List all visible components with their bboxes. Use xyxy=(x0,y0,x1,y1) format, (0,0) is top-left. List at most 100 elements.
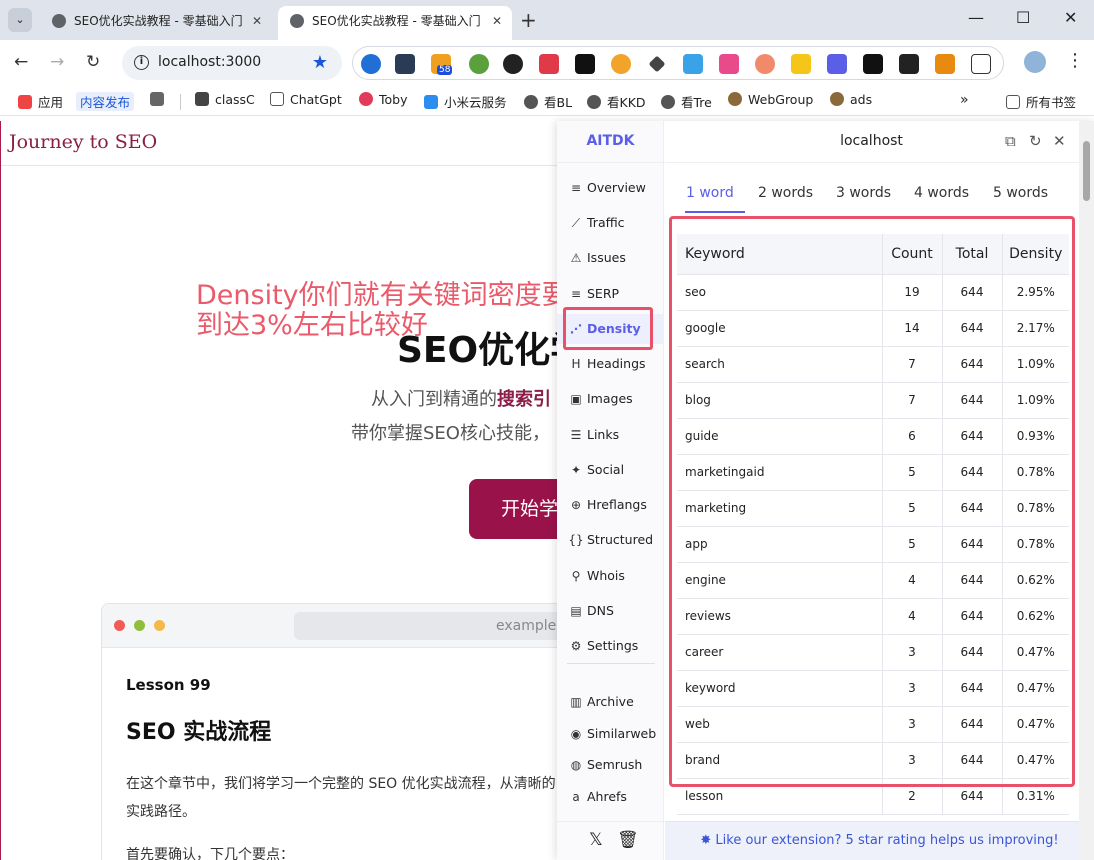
extension-icon[interactable] xyxy=(361,54,381,74)
table-row[interactable]: marketing 5 644 0.78% xyxy=(677,490,1069,527)
sidebar-item-hreflangs[interactable]: ⊕ Hreflangs xyxy=(557,490,664,520)
sidebar-item-traffic[interactable]: ⟋ Traffic xyxy=(557,208,664,238)
close-tab-icon[interactable]: ✕ xyxy=(252,6,262,36)
table-row[interactable]: app 5 644 0.78% xyxy=(677,526,1069,563)
bookmark-star-icon[interactable]: ★ xyxy=(312,52,328,73)
back-icon[interactable]: ← xyxy=(14,52,28,72)
col-total[interactable]: Total xyxy=(942,234,1003,275)
rating-link[interactable]: Like our extension? 5 star rating helps … xyxy=(715,833,1058,848)
url-text[interactable]: localhost:3000 xyxy=(158,54,261,70)
sidebar-item-overview[interactable]: ≡ Overview xyxy=(557,173,664,203)
bookmark-bl[interactable]: 看BL xyxy=(524,92,572,111)
col-count[interactable]: Count xyxy=(882,234,943,275)
table-row[interactable]: keyword 3 644 0.47% xyxy=(677,670,1069,707)
tdk-icon[interactable] xyxy=(827,54,847,74)
trash-icon[interactable]: 🗑 xyxy=(617,830,639,850)
sidebar-item-dns[interactable]: ▤ DNS xyxy=(557,596,664,626)
table-row[interactable]: lesson 2 644 0.31% xyxy=(677,778,1069,815)
extension-icon[interactable] xyxy=(395,54,415,74)
density-table-container[interactable]: Keyword Count Total Density seo 19 644 2.95… xyxy=(677,234,1073,828)
bookmark-apps[interactable]: 应用 xyxy=(18,92,63,111)
maximize-icon[interactable]: ☐ xyxy=(1016,8,1030,27)
tab-1-word[interactable]: 1 word xyxy=(686,185,734,201)
site-title[interactable]: Journey to SEO xyxy=(9,131,157,153)
bookmark-classc[interactable]: classC xyxy=(195,92,255,107)
table-row[interactable]: brand 3 644 0.47% xyxy=(677,742,1069,779)
extension-icon[interactable] xyxy=(503,54,523,74)
reload-icon[interactable]: ↻ xyxy=(86,52,100,72)
table-row[interactable]: engine 4 644 0.62% xyxy=(677,562,1069,599)
table-row[interactable]: seo 19 644 2.95% xyxy=(677,274,1069,311)
bookmark-content-publish[interactable]: 内容发布 xyxy=(76,92,135,111)
sidebar-item-headings[interactable]: H Headings xyxy=(557,349,664,379)
bookmark-all[interactable]: 所有书签 xyxy=(1006,92,1076,111)
table-row[interactable]: guide 6 644 0.93% xyxy=(677,418,1069,455)
menu-icon[interactable]: ⋮ xyxy=(1066,50,1084,71)
table-row[interactable]: google 14 644 2.17% xyxy=(677,310,1069,347)
extension-icon[interactable] xyxy=(755,54,775,74)
tab-5-words[interactable]: 5 words xyxy=(993,185,1048,201)
bookmark-chatgpt[interactable]: ChatGpt xyxy=(270,92,342,107)
extension-icon[interactable] xyxy=(935,54,955,74)
info-icon[interactable]: i xyxy=(134,55,149,70)
extension-icon[interactable] xyxy=(611,54,631,74)
bookmark-kkd[interactable]: 看KKD xyxy=(587,92,646,111)
extension-icon[interactable] xyxy=(539,54,559,74)
extension-icon[interactable] xyxy=(575,54,595,74)
col-keyword[interactable]: Keyword xyxy=(677,234,883,275)
close-window-icon[interactable]: ✕ xyxy=(1064,8,1077,27)
bookmark-tre[interactable]: 看Tre xyxy=(661,92,712,111)
refresh-icon[interactable]: ↻ xyxy=(1029,132,1042,150)
table-row[interactable]: reviews 4 644 0.62% xyxy=(677,598,1069,635)
bookmark-grid[interactable] xyxy=(150,92,164,107)
puzzle-icon[interactable] xyxy=(971,54,991,74)
browser-tab-1[interactable]: SEO优化实战教程 - 零基础入门 ✕ xyxy=(40,6,272,40)
sidebar-item-semrush[interactable]: ◍ Semrush xyxy=(557,750,664,780)
extension-icon[interactable] xyxy=(648,55,666,73)
url-icon[interactable] xyxy=(863,54,883,74)
tab-search-chevron-icon[interactable]: ⌄ xyxy=(8,8,32,32)
new-tab-icon[interactable]: + xyxy=(520,8,537,32)
more-bookmarks-icon[interactable]: » xyxy=(960,92,969,108)
extension-icon[interactable] xyxy=(899,54,919,74)
extension-icon[interactable] xyxy=(719,54,739,74)
x-twitter-icon[interactable]: 𝕏 xyxy=(589,830,603,850)
sidebar-item-links[interactable]: ☰ Links xyxy=(557,420,664,450)
bookmark-toby[interactable]: Toby xyxy=(359,92,408,107)
sidebar-item-social[interactable]: ✦ Social xyxy=(557,455,664,485)
sidebar-item-archive[interactable]: ▥ Archive xyxy=(557,687,664,717)
close-tab-icon[interactable]: ✕ xyxy=(492,6,502,36)
bookmark-xiaomi-cloud[interactable]: 小米云服务 xyxy=(424,92,507,111)
table-row[interactable]: blog 7 644 1.09% xyxy=(677,382,1069,419)
tab-3-words[interactable]: 3 words xyxy=(836,185,891,201)
rating-footer[interactable]: ✸ Like our extension? 5 star rating help… xyxy=(665,821,1094,860)
table-row[interactable]: search 7 644 1.09% xyxy=(677,346,1069,383)
sidebar-item-issues[interactable]: ⚠ Issues xyxy=(557,243,664,273)
profile-avatar[interactable] xyxy=(1024,51,1046,73)
sidebar-item-whois[interactable]: ⚲ Whois xyxy=(557,561,664,591)
cloud-icon[interactable] xyxy=(683,54,703,74)
sidebar-item-structured[interactable]: {} Structured xyxy=(557,525,664,555)
table-row[interactable]: web 3 644 0.47% xyxy=(677,706,1069,743)
minimize-icon[interactable]: — xyxy=(968,8,984,27)
bookmark-ads[interactable]: ads xyxy=(830,92,872,107)
table-row[interactable]: marketingaid 5 644 0.78% xyxy=(677,454,1069,491)
scrollbar-thumb[interactable] xyxy=(1083,141,1090,201)
sidebar-item-images[interactable]: ▣ Images xyxy=(557,384,664,414)
page-scrollbar[interactable] xyxy=(1079,121,1094,860)
close-icon[interactable]: ✕ xyxy=(1053,132,1066,150)
sidebar-item-ahrefs[interactable]: a Ahrefs xyxy=(557,782,664,812)
bookmark-webgroup[interactable]: WebGroup xyxy=(728,92,813,107)
browser-tab-2[interactable]: SEO优化实战教程 - 零基础入门 ✕ xyxy=(278,6,512,40)
sidebar-item-serp[interactable]: ≡ SERP xyxy=(557,279,664,309)
forward-icon[interactable]: → xyxy=(50,52,64,72)
tab-4-words[interactable]: 4 words xyxy=(914,185,969,201)
extension-icon[interactable] xyxy=(791,54,811,74)
tab-2-words[interactable]: 2 words xyxy=(758,185,813,201)
table-row[interactable]: career 3 644 0.47% xyxy=(677,634,1069,671)
crop-icon[interactable]: ⧉ xyxy=(1005,132,1016,150)
col-density[interactable]: Density xyxy=(1002,234,1069,275)
sidebar-item-similarweb[interactable]: ◉ Similarweb xyxy=(557,719,664,749)
sidebar-item-settings[interactable]: ⚙ Settings xyxy=(557,631,664,661)
address-bar[interactable]: i localhost:3000 ★ xyxy=(122,46,342,80)
